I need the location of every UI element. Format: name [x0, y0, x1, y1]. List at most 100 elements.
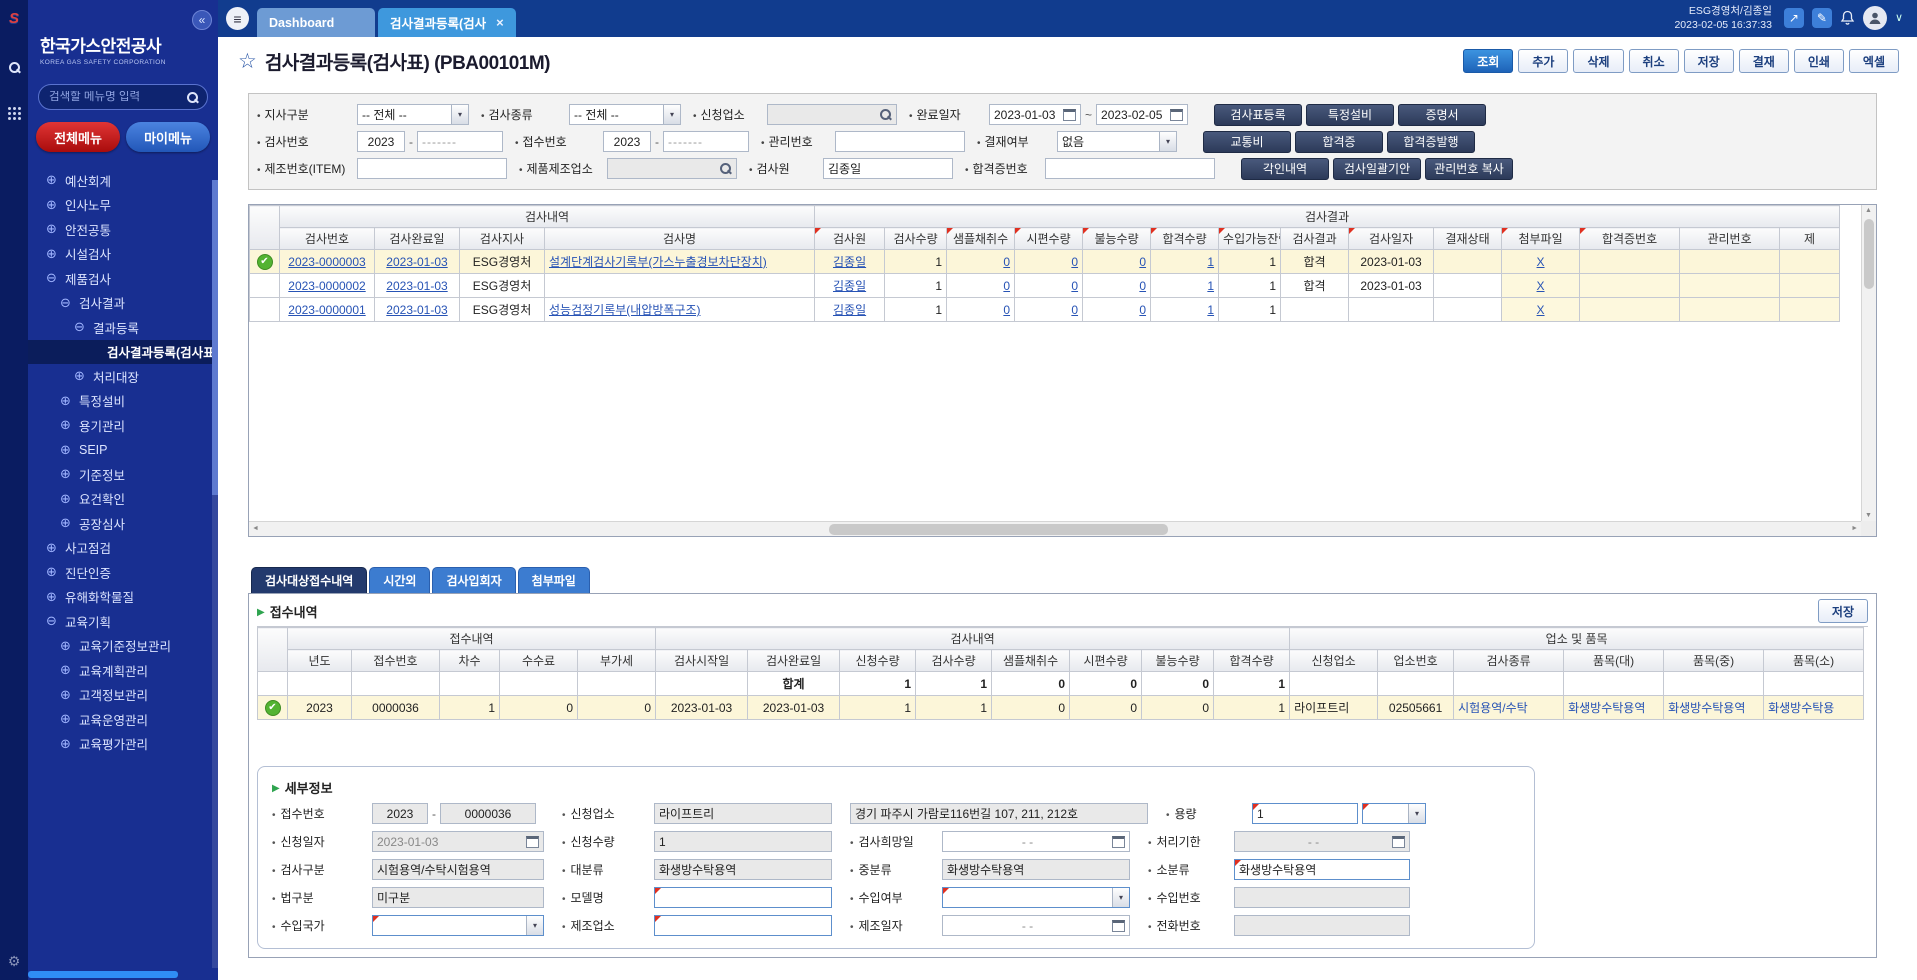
column-header[interactable]: 합격수량 — [1214, 650, 1290, 672]
horizontal-scrollbar[interactable] — [249, 521, 1861, 536]
expand-icon[interactable]: ⊕ — [58, 442, 73, 458]
cell-link[interactable]: 1 — [1207, 255, 1214, 269]
sidebar-item[interactable]: ⊕예산회계 — [28, 168, 218, 193]
panel-button[interactable]: 합격증발행 — [1387, 131, 1475, 153]
column-header[interactable]: 수입가능잔량 — [1219, 228, 1281, 250]
column-header[interactable]: 결재상태 — [1434, 228, 1502, 250]
sidebar-item[interactable]: ⊕진단인증 — [28, 560, 218, 585]
avatar[interactable] — [1863, 6, 1887, 30]
column-header[interactable]: 품목(중) — [1664, 650, 1764, 672]
sidebar-item[interactable]: ⊕SEIP — [28, 438, 218, 463]
column-header[interactable]: 검사일자 — [1349, 228, 1434, 250]
search-icon[interactable] — [186, 91, 199, 104]
filter-search-input[interactable] — [607, 158, 737, 179]
cell-link[interactable]: 0 — [1071, 255, 1078, 269]
column-header[interactable]: 품목(소) — [1764, 650, 1864, 672]
sidebar-item[interactable]: ⊕교육평가관리 — [28, 732, 218, 757]
column-header[interactable]: 품목(대) — [1564, 650, 1664, 672]
calendar-icon[interactable] — [1112, 836, 1125, 848]
search-button[interactable]: 조회 — [1463, 49, 1513, 73]
import-country-select[interactable]: ▾ — [372, 915, 544, 936]
cell-link[interactable]: 0 — [1003, 255, 1010, 269]
collapse-icon[interactable]: ⊖ — [58, 295, 73, 311]
chevron-down-icon[interactable]: ▾ — [451, 105, 468, 124]
filter-input[interactable]: 김종일 — [823, 158, 953, 179]
sidebar-item[interactable]: ⊕공장심사 — [28, 511, 218, 536]
column-header[interactable]: 검사결과 — [1281, 228, 1349, 250]
sidebar-horizontal-scrollbar[interactable] — [28, 971, 178, 978]
column-header[interactable]: 검사지사 — [460, 228, 545, 250]
action-button[interactable]: 추가 — [1518, 49, 1568, 73]
chevron-down-icon[interactable]: ▾ — [1408, 804, 1425, 823]
bottom-tab[interactable]: 검사입회자 — [432, 567, 515, 593]
column-header[interactable]: 신청수량 — [840, 650, 916, 672]
collapse-icon[interactable]: ⊖ — [72, 319, 87, 335]
close-icon[interactable]: × — [496, 15, 504, 30]
model-name-input[interactable] — [654, 887, 832, 908]
cell-link[interactable]: 1 — [1207, 279, 1214, 293]
expand-icon[interactable]: ⊕ — [44, 564, 59, 580]
panel-button[interactable]: 검사일괄기안 — [1333, 158, 1421, 180]
column-header[interactable]: 업소번호 — [1378, 650, 1454, 672]
table-row[interactable]: ✔202300000361002023-01-032023-01-0311000… — [258, 696, 1864, 720]
bottom-tab[interactable]: 첨부파일 — [518, 567, 590, 593]
cell-link[interactable]: 2023-0000001 — [288, 303, 365, 317]
cell-link[interactable]: X — [1537, 303, 1545, 317]
expand-icon[interactable]: ⊕ — [58, 466, 73, 482]
sidebar-item[interactable]: ⊕교육계획관리 — [28, 658, 218, 683]
save-button[interactable]: 저장 — [1818, 599, 1868, 623]
filter-input[interactable] — [1045, 158, 1215, 179]
gear-icon[interactable]: ⚙ — [8, 953, 21, 970]
cell-link[interactable]: 0 — [1139, 255, 1146, 269]
all-menu-button[interactable]: 전체메뉴 — [36, 122, 120, 152]
sidebar-item[interactable]: ⊕시설검사 — [28, 242, 218, 267]
cell-link[interactable]: 0 — [1071, 279, 1078, 293]
chevron-down-icon[interactable]: ∨ — [1895, 11, 1903, 24]
sidebar-item[interactable]: ⊖교육기획 — [28, 609, 218, 634]
edit-icon[interactable]: ✎ — [1812, 8, 1832, 28]
row-select-cell[interactable] — [258, 672, 288, 696]
filter-select[interactable]: -- 전체 --▾ — [569, 104, 681, 125]
column-header[interactable]: 검사번호 — [280, 228, 375, 250]
menu-search-input[interactable] — [49, 91, 186, 103]
column-header[interactable]: 검사완료일 — [375, 228, 460, 250]
search-icon[interactable] — [879, 108, 892, 121]
action-button[interactable]: 엑셀 — [1849, 49, 1899, 73]
sidebar-item[interactable]: ⊕기준정보 — [28, 462, 218, 487]
window-tab[interactable]: Dashboard — [257, 8, 375, 37]
sidebar-item[interactable]: ⊕교육운영관리 — [28, 707, 218, 732]
external-link-icon[interactable]: ↗ — [1784, 8, 1804, 28]
column-header[interactable]: 검사명 — [545, 228, 815, 250]
column-header[interactable]: 시편수량 — [1015, 228, 1083, 250]
category-small-input[interactable]: 화생방수탁용역 — [1234, 859, 1410, 880]
column-header[interactable]: 신청업소 — [1290, 650, 1378, 672]
chevron-down-icon[interactable]: ▾ — [1112, 888, 1129, 907]
sidebar-item[interactable]: ⊖검사결과 — [28, 291, 218, 316]
expand-icon[interactable]: ⊕ — [44, 246, 59, 262]
column-header[interactable]: 검사수량 — [885, 228, 947, 250]
column-header[interactable]: 샘플채취수 — [947, 228, 1015, 250]
column-header[interactable]: 검사종류 — [1454, 650, 1564, 672]
collapse-icon[interactable]: ⊖ — [44, 613, 59, 629]
row-select-cell[interactable] — [250, 298, 280, 322]
my-menu-button[interactable]: 마이메뉴 — [126, 122, 210, 152]
expand-icon[interactable]: ⊕ — [58, 687, 73, 703]
panel-button[interactable]: 검사표등록 — [1214, 104, 1302, 126]
calendar-icon[interactable] — [1392, 836, 1405, 848]
bottom-tab[interactable]: 검사대상접수내역 — [251, 567, 367, 593]
cell-link[interactable]: 0 — [1071, 303, 1078, 317]
column-header[interactable]: 불능수량 — [1142, 650, 1214, 672]
row-select-cell[interactable]: ✔ — [258, 696, 288, 720]
action-button[interactable]: 삭제 — [1573, 49, 1623, 73]
cell-link[interactable]: 설계단계검사기록부(가스누출경보차단장치) — [549, 255, 767, 269]
cell-link[interactable]: 2023-0000002 — [288, 279, 365, 293]
action-button[interactable]: 취소 — [1629, 49, 1679, 73]
column-header[interactable]: 검사시작일 — [656, 650, 748, 672]
column-header[interactable]: 샘플채취수 — [992, 650, 1070, 672]
sidebar-item[interactable]: 검사결과등록(검사표) — [28, 340, 218, 365]
expand-icon[interactable]: ⊕ — [58, 417, 73, 433]
expand-icon[interactable]: ⊕ — [58, 491, 73, 507]
expand-icon[interactable]: ⊕ — [58, 662, 73, 678]
collapse-icon[interactable]: ⊖ — [44, 270, 59, 286]
menu-toggle-icon[interactable]: ≡ — [226, 7, 249, 30]
